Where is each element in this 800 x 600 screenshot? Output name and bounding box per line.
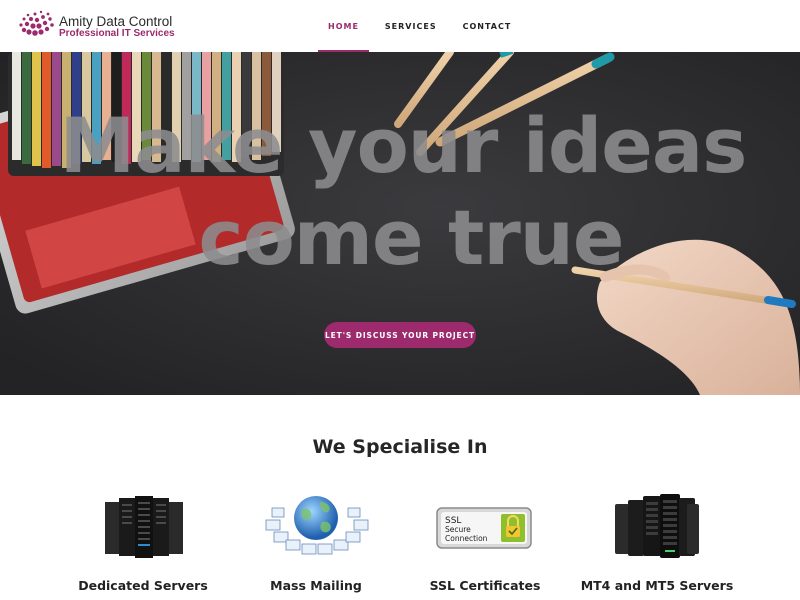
service-label: SSL Certificates bbox=[429, 578, 541, 593]
ssl-badge-text-2: Secure bbox=[445, 525, 471, 534]
nav-home[interactable]: HOME bbox=[318, 0, 369, 52]
nav-services[interactable]: SERVICES bbox=[375, 0, 447, 52]
service-label: Dedicated Servers bbox=[78, 578, 208, 593]
service-mt4-mt5-servers[interactable]: MT4 and MT5 Servers bbox=[577, 490, 737, 600]
hero-banner: Make your ideas come true LET'S DISCUSS … bbox=[0, 52, 800, 395]
ssl-badge-text-3: Connection bbox=[445, 534, 488, 543]
brand-tagline: Professional IT Services bbox=[59, 28, 175, 39]
hero-title-line-2: come true bbox=[198, 193, 625, 282]
main-nav: HOME SERVICES CONTACT bbox=[318, 0, 527, 52]
server-cluster-icon bbox=[615, 494, 699, 558]
service-label: MT4 and MT5 Servers bbox=[580, 578, 734, 593]
logo[interactable]: Amity Data Control Professional IT Servi… bbox=[18, 10, 178, 42]
hero-title: Make your ideas come true bbox=[0, 100, 800, 284]
discuss-project-button[interactable]: LET'S DISCUSS YOUR PROJECT bbox=[324, 322, 476, 348]
site-header: Amity Data Control Professional IT Servi… bbox=[0, 0, 800, 52]
logo-dots-icon bbox=[19, 10, 54, 36]
service-mass-mailing[interactable]: Mass Mailing bbox=[236, 490, 396, 600]
service-label: Mass Mailing bbox=[270, 578, 362, 593]
globe-mail-icon bbox=[265, 496, 369, 555]
service-ssl-certificates[interactable]: SSL Secure Connection SSL Certificates bbox=[405, 490, 565, 600]
ssl-badge-icon: SSL Secure Connection bbox=[436, 507, 532, 549]
specialise-heading: We Specialise In bbox=[312, 436, 488, 458]
brand-name: Amity Data Control bbox=[59, 14, 173, 29]
nav-contact[interactable]: CONTACT bbox=[453, 0, 522, 52]
server-rack-icon bbox=[105, 496, 183, 558]
hero-title-line-1: Make your ideas bbox=[59, 101, 748, 190]
service-dedicated-servers[interactable]: Dedicated Servers bbox=[63, 490, 223, 600]
